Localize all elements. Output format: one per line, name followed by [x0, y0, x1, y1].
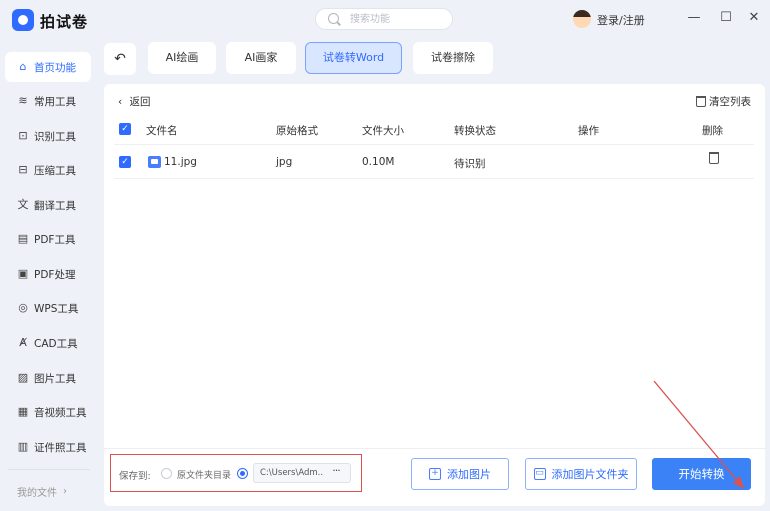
bottom-divider [104, 448, 765, 449]
row-divider [114, 178, 754, 179]
row-format: jpg [276, 156, 293, 168]
source-folder-label: 原文件夹目录 [177, 471, 232, 481]
tab-ai-painter[interactable]: AI画家 [226, 42, 296, 74]
sidebar-item-home[interactable]: ⌂ 首页功能 [5, 52, 91, 82]
sidebar: ⌂ 首页功能 ≋ 常用工具 ⊡ 识别工具 ⊟ 压缩工具 文 翻译工具 ▤ PDF… [0, 38, 96, 511]
sidebar-divider [8, 469, 90, 470]
avatar[interactable] [573, 10, 591, 28]
pdf-icon: ▤ [17, 232, 29, 245]
undo-back-button[interactable]: ↶ [104, 43, 136, 75]
sidebar-item-image-tools[interactable]: ▨ 图片工具 [5, 363, 91, 393]
row-status: 待识别 [454, 158, 486, 170]
folder-icon: ▭ [533, 468, 546, 480]
sidebar-item-label: 翻译工具 [34, 199, 76, 212]
sidebar-item-label: 音视频工具 [34, 406, 87, 419]
chevron-left-icon: ‹ [118, 96, 123, 108]
sidebar-item-translate-tools[interactable]: 文 翻译工具 [5, 190, 91, 220]
image-icon: ▨ [17, 371, 29, 384]
sidebar-item-label: CAD工具 [34, 337, 78, 350]
minimize-icon[interactable]: — [686, 10, 702, 26]
title-bar: 拍试卷 登录/注册 — ☐ ✕ [0, 0, 770, 38]
add-image-button[interactable]: + 添加图片 [411, 458, 509, 490]
maximize-icon[interactable]: ☐ [718, 10, 734, 26]
sidebar-item-label: PDF处理 [34, 268, 76, 281]
select-all-checkbox[interactable]: ✓ [119, 123, 131, 135]
sidebar-item-label: 证件照工具 [34, 441, 87, 454]
sidebar-item-recognize-tools[interactable]: ⊡ 识别工具 [5, 121, 91, 151]
search-input[interactable] [350, 12, 446, 26]
sidebar-item-wps-tools[interactable]: ◎ WPS工具 [5, 293, 91, 323]
header-status: 转换状态 [454, 125, 496, 137]
sidebar-item-cad-tools[interactable]: Ⱥ CAD工具 [5, 328, 91, 358]
save-to-label: 保存到: [119, 471, 151, 482]
sidebar-item-label: 识别工具 [34, 130, 76, 143]
header-delete: 删除 [702, 125, 723, 137]
close-icon[interactable]: ✕ [746, 10, 762, 26]
sidebar-item-label: WPS工具 [34, 302, 79, 315]
add-file-icon: + [429, 468, 441, 480]
tab-ai-painting[interactable]: AI绘画 [148, 42, 216, 74]
sidebar-item-label: 图片工具 [34, 372, 76, 385]
return-label: 返回 [129, 96, 151, 108]
sidebar-item-media-tools[interactable]: ▦ 音视频工具 [5, 397, 91, 427]
file-list-panel: ‹ 返回 清空列表 ✓ 文件名 原始格式 文件大小 转换状态 操作 删除 ✓ 1… [104, 84, 765, 506]
add-folder-button[interactable]: ▭ 添加图片文件夹 [525, 458, 637, 490]
save-location-box: 保存到: 原文件夹目录 C:\Users\Adm... ··· [110, 454, 362, 492]
clear-list-label: 清空列表 [709, 96, 751, 108]
layers-icon: ≋ [18, 94, 28, 107]
compress-icon: ⊟ [18, 163, 28, 176]
image-file-icon [148, 156, 161, 168]
browse-more-button[interactable]: ··· [326, 465, 346, 481]
sidebar-item-pdf-tools[interactable]: ▤ PDF工具 [5, 224, 91, 254]
add-image-label: 添加图片 [447, 468, 491, 481]
sidebar-item-label: 压缩工具 [34, 164, 76, 177]
tab-exam-to-word[interactable]: 试卷转Word [305, 42, 402, 74]
return-link[interactable]: ‹ 返回 [118, 94, 151, 109]
clear-list-button[interactable]: 清空列表 [696, 94, 751, 109]
sidebar-item-id-photo-tools[interactable]: ▥ 证件照工具 [5, 432, 91, 462]
header-action: 操作 [578, 125, 599, 137]
row-size: 0.10M [362, 156, 395, 168]
trash-icon [696, 96, 706, 107]
output-path-value: C:\Users\Adm... [260, 468, 324, 478]
search-box[interactable] [315, 8, 453, 30]
translate-icon: 文 [17, 198, 29, 211]
sidebar-item-label: 常用工具 [34, 95, 76, 108]
row-checkbox[interactable]: ✓ [119, 156, 131, 168]
radio-source-folder[interactable] [161, 468, 172, 479]
login-link[interactable]: 登录/注册 [597, 12, 645, 28]
search-icon [328, 13, 339, 24]
scan-icon: ⊡ [18, 129, 28, 142]
chevron-right-icon: › [63, 486, 67, 497]
home-icon: ⌂ [19, 60, 27, 73]
pdf-process-icon: ▣ [17, 267, 29, 280]
start-convert-button[interactable]: 开始转换 [652, 458, 751, 490]
sidebar-item-pdf-process[interactable]: ▣ PDF处理 [5, 259, 91, 289]
media-icon: ▦ [17, 405, 29, 418]
radio-custom-path[interactable] [237, 468, 248, 479]
header-divider [114, 144, 754, 145]
sidebar-item-common-tools[interactable]: ≋ 常用工具 [5, 86, 91, 116]
header-filename: 文件名 [146, 125, 178, 137]
cad-icon: Ⱥ [19, 336, 27, 349]
delete-row-icon[interactable] [709, 152, 719, 164]
tab-exam-erase[interactable]: 试卷擦除 [413, 42, 493, 74]
header-size: 文件大小 [362, 125, 404, 137]
sidebar-item-label: 首页功能 [34, 61, 76, 74]
sidebar-item-label: PDF工具 [34, 233, 76, 246]
my-files-label: 我的文件 [17, 488, 57, 499]
add-folder-label: 添加图片文件夹 [551, 468, 629, 481]
header-format: 原始格式 [276, 125, 318, 137]
row-filename: 11.jpg [164, 156, 197, 168]
wps-icon: ◎ [18, 301, 28, 314]
sidebar-item-compress-tools[interactable]: ⊟ 压缩工具 [5, 155, 91, 185]
app-logo-icon [12, 9, 34, 31]
id-photo-icon: ▥ [17, 440, 29, 453]
output-path-field[interactable]: C:\Users\Adm... ··· [253, 463, 351, 483]
my-files-link[interactable]: 我的文件 › [17, 484, 67, 499]
app-title: 拍试卷 [40, 13, 89, 31]
